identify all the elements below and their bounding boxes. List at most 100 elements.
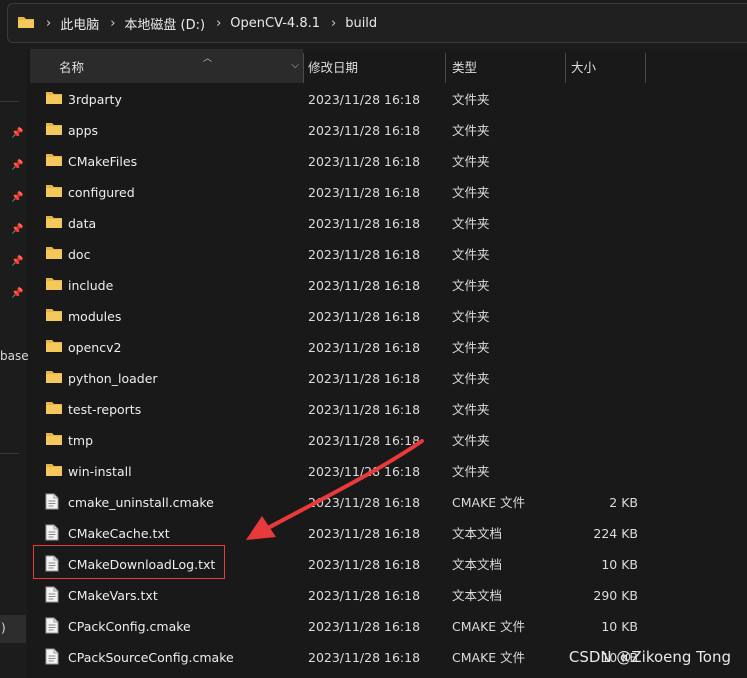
column-header-bar: 名称 ︿ ⌵ 修改日期 类型 大小	[27, 49, 747, 83]
chevron-right-icon: ›	[110, 15, 116, 31]
file-icon	[45, 617, 59, 637]
file-name: configured	[68, 185, 135, 200]
column-header-date[interactable]: 修改日期	[303, 49, 445, 83]
folder-icon	[45, 245, 63, 263]
file-name: data	[68, 216, 97, 231]
file-name: apps	[68, 123, 99, 138]
pin-icon[interactable]: 📌	[11, 256, 23, 267]
chevron-down-icon[interactable]: ⌵	[291, 60, 299, 71]
file-date: 2023/11/28 16:18	[308, 619, 421, 634]
file-type: 文本文档	[452, 588, 503, 603]
file-size: 2 KB	[609, 495, 638, 510]
file-row[interactable]: data 2023/11/28 16:18 文件夹	[27, 208, 747, 239]
file-row[interactable]: apps 2023/11/28 16:18 文件夹	[27, 115, 747, 146]
file-size	[567, 115, 638, 146]
folder-icon	[45, 338, 63, 356]
file-name: cmake_uninstall.cmake	[68, 495, 214, 510]
pin-icon[interactable]: 📌	[11, 128, 23, 139]
file-date: 2023/11/28 16:18	[308, 340, 421, 355]
file-name: python_loader	[68, 371, 158, 386]
file-type: CMAKE 文件	[452, 650, 526, 665]
file-row[interactable]: python_loader 2023/11/28 16:18 文件夹	[27, 363, 747, 394]
file-row[interactable]: configured 2023/11/28 16:18 文件夹	[27, 177, 747, 208]
file-name: opencv2	[68, 340, 122, 355]
file-date: 2023/11/28 16:18	[308, 650, 421, 665]
file-size	[567, 208, 638, 239]
file-name: 3rdparty	[68, 92, 122, 107]
file-type: 文件夹	[452, 154, 490, 169]
folder-icon	[45, 276, 63, 294]
pin-icon[interactable]: 📌	[11, 192, 23, 203]
file-name: doc	[68, 247, 91, 262]
pin-icon[interactable]: 📌	[11, 288, 23, 299]
file-row[interactable]: 3rdparty 2023/11/28 16:18 文件夹	[27, 84, 747, 115]
file-list: 3rdparty 2023/11/28 16:18 文件夹 apps 2023/11/2…	[27, 84, 747, 678]
column-divider[interactable]	[645, 53, 646, 83]
column-header-name[interactable]: 名称 ︿ ⌵	[30, 49, 303, 83]
title-bar: › 此电脑 › 本地磁盘 (D:) › OpenCV-4.8.1 › build	[0, 0, 747, 49]
folder-icon	[45, 369, 63, 387]
file-type: 文件夹	[452, 278, 490, 293]
file-row[interactable]: test-reports 2023/11/28 16:18 文件夹	[27, 394, 747, 425]
chevron-right-icon: ›	[331, 15, 337, 31]
file-type: 文件夹	[452, 433, 490, 448]
folder-icon	[17, 15, 35, 32]
file-size	[567, 270, 638, 301]
file-size	[567, 177, 638, 208]
file-type: 文件夹	[452, 371, 490, 386]
address-bar[interactable]: › 此电脑 › 本地磁盘 (D:) › OpenCV-4.8.1 › build	[7, 3, 747, 43]
divider	[0, 101, 19, 102]
folder-icon	[45, 431, 63, 449]
file-name: include	[68, 278, 114, 293]
column-header-type[interactable]: 类型	[445, 49, 565, 83]
pin-icon[interactable]: 📌	[11, 224, 23, 235]
breadcrumb-item[interactable]: › 此电脑	[35, 14, 99, 33]
file-type: 文件夹	[452, 123, 490, 138]
pin-icon[interactable]: 📌	[11, 160, 23, 171]
folder-icon	[45, 90, 63, 108]
folder-icon	[45, 121, 63, 139]
file-size: 290 KB	[593, 588, 638, 603]
file-date: 2023/11/28 16:18	[308, 588, 421, 603]
breadcrumb-item[interactable]: › OpenCV-4.8.1	[205, 16, 320, 31]
file-date: 2023/11/28 16:18	[308, 247, 421, 262]
file-type: 文本文档	[452, 526, 503, 541]
file-type: 文件夹	[452, 464, 490, 479]
sidebar-item-label[interactable]: base	[0, 349, 29, 363]
file-row[interactable]: CPackConfig.cmake 2023/11/28 16:18 CMAKE 文…	[27, 611, 747, 642]
file-row[interactable]: CMakeFiles 2023/11/28 16:18 文件夹	[27, 146, 747, 177]
file-row[interactable]: modules 2023/11/28 16:18 文件夹	[27, 301, 747, 332]
file-size	[567, 363, 638, 394]
file-row[interactable]: opencv2 2023/11/28 16:18 文件夹	[27, 332, 747, 363]
file-type: 文件夹	[452, 216, 490, 231]
breadcrumb-item[interactable]: › 本地磁盘 (D:)	[99, 14, 205, 33]
file-type: 文件夹	[452, 309, 490, 324]
file-type: 文件夹	[452, 92, 490, 107]
chevron-right-icon: ›	[216, 15, 222, 31]
file-row[interactable]: CMakeVars.txt 2023/11/28 16:18 文本文档 290 KB	[27, 580, 747, 611]
file-name: modules	[68, 309, 122, 324]
file-date: 2023/11/28 16:18	[308, 495, 421, 510]
file-date: 2023/11/28 16:18	[308, 216, 421, 231]
column-header-size[interactable]: 大小	[565, 49, 645, 83]
sidebar-item-selected[interactable]: )	[0, 615, 26, 643]
file-name: win-install	[68, 464, 132, 479]
file-size	[567, 394, 638, 425]
file-size: 224 KB	[593, 526, 638, 541]
file-size: 10 KB	[601, 619, 638, 634]
file-name: CPackSourceConfig.cmake	[68, 650, 234, 665]
folder-icon	[45, 183, 63, 201]
file-row[interactable]: include 2023/11/28 16:18 文件夹	[27, 270, 747, 301]
file-name: CPackConfig.cmake	[68, 619, 191, 634]
file-row[interactable]: cmake_uninstall.cmake 2023/11/28 16:18 CMA…	[27, 487, 747, 518]
folder-icon	[45, 307, 63, 325]
file-row[interactable]: win-install 2023/11/28 16:18 文件夹	[27, 456, 747, 487]
watermark: CSDN @Zikoeng Tong	[568, 648, 731, 666]
file-row[interactable]: doc 2023/11/28 16:18 文件夹	[27, 239, 747, 270]
folder-icon	[45, 400, 63, 418]
breadcrumb-item[interactable]: › build	[320, 16, 377, 31]
file-date: 2023/11/28 16:18	[308, 433, 421, 448]
folder-icon	[45, 152, 63, 170]
file-size	[567, 301, 638, 332]
file-row[interactable]: tmp 2023/11/28 16:18 文件夹	[27, 425, 747, 456]
